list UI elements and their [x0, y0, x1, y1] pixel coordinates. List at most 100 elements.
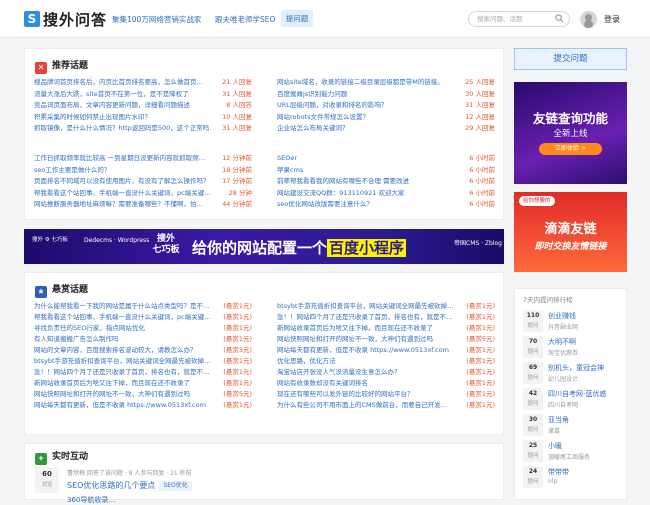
question-link[interactable]: 前辈帮我看看我的网站有哪些不合理 需要改进: [277, 176, 455, 186]
rank-user-name[interactable]: 创业赚钱: [548, 311, 576, 321]
question-link[interactable]: 网站建设交流QQ群：913110921 欢迎大家: [277, 188, 455, 198]
rank-item[interactable]: 70 提问 大明不啊 淘宝优惠券: [523, 336, 623, 362]
list-item[interactable]: SEOer 6 小时前: [277, 153, 495, 163]
question-link[interactable]: 网站site域名，收录的链接二级目录层级都是带M的链接。: [277, 77, 455, 87]
list-item[interactable]: 流量大涨后大跌，site首页不在第一位，是不是降权了 31 人回复: [34, 89, 252, 99]
question-link[interactable]: 苹果cms: [277, 165, 455, 175]
list-item[interactable]: 为什么有些公司不用市面上的CMS做前台，而要自己开发… (悬赏1元): [277, 400, 495, 410]
list-item[interactable]: 苹果cms 6 小时前: [277, 165, 495, 175]
list-item[interactable]: 积累采集的时候如何禁止出现图片水印？ 10 人回复: [34, 112, 252, 122]
list-item[interactable]: 竞品词页面布局，文章内容更新问题，详细看问题描述 8 人回答: [34, 100, 252, 110]
question-link[interactable]: 网站的文章内容，百度搜索排名波动较大，请教怎么办？: [34, 345, 219, 355]
question-link[interactable]: 竞品词页面布局，文章内容更新问题，详细看问题描述: [34, 100, 212, 110]
list-item[interactable]: 帮我看看这个站回事，手机端一直没什么关键词，pc端关键… 28 分钟: [34, 188, 252, 198]
list-item[interactable]: 帮我看看这个站回事，手机端一直没什么关键词，pc端关键… (悬赏1元): [34, 312, 252, 322]
question-link[interactable]: 急！！网站四个月了还是只收录了首页，排名也有，就是不…: [277, 312, 462, 322]
question-link[interactable]: seo工作主要是做什么的？: [34, 165, 212, 175]
question-link[interactable]: 为什么能帮我看一下我的网站是属于什么站点类型吗？是不…: [34, 301, 219, 311]
question-link[interactable]: 网站快照网址和打开的网址不一致，大神们有遇到过吗: [34, 389, 219, 399]
list-item[interactable]: 页面排名不同域可以没有使用图片，有没有了解怎么操作吗？ 17 分钟前: [34, 176, 252, 186]
list-item[interactable]: 有人知道搬搬广告怎么制作吗 (悬赏1元): [34, 334, 252, 344]
list-item[interactable]: 网站快照网址和打开的网址不一致，大神们有遇到过吗 (悬赏5元): [34, 389, 252, 399]
live-tag[interactable]: SEO优化: [159, 481, 192, 491]
question-link[interactable]: URL层级问题，对收录和排名的影响？: [277, 100, 455, 110]
list-item[interactable]: 淘宝站店开张没人气没流量没生意怎么办？ (悬赏1元): [277, 367, 495, 377]
rank-user-name[interactable]: 大明不啊: [548, 337, 576, 347]
question-link[interactable]: seo优化网站改版需要注意什么？: [277, 199, 455, 209]
question-link[interactable]: 工作日抓取频率就比较高 一到星期日没更新内容就抓取频…: [34, 153, 212, 163]
rank-user-name[interactable]: 小暖: [548, 441, 562, 451]
rank-item[interactable]: 69 提问 别机头，童冠会神 幼儿园设计: [523, 362, 623, 388]
question-link[interactable]: 淘宝站店开张没人气没流量没生意怎么办？: [277, 367, 462, 377]
list-item[interactable]: 网站推断服务器地址麻烦嘛？需要准备哪些？不懂啊，怕… 44 分钟前: [34, 199, 252, 209]
question-link[interactable]: 搜品牌词首页排名后，内页比首页排名要高，怎么做首页…: [34, 77, 212, 87]
search-input[interactable]: 搜索问题、话题: [468, 11, 570, 27]
question-link[interactable]: 页面排名不同域可以没有使用图片，有没有了解怎么操作吗？: [34, 176, 212, 186]
list-item[interactable]: 搜品牌词首页排名后，内页比首页排名要高，怎么做首页… 21 人回复: [34, 77, 252, 87]
list-item[interactable]: 网站每天都有更新，但是不收录 https://www.0513xf.com (悬赏…: [277, 345, 495, 355]
rank-user-name[interactable]: 别机头，童冠会神: [548, 363, 604, 373]
submit-question-button[interactable]: 提交问题: [514, 48, 627, 70]
list-item[interactable]: seo优化网站改版需要注意什么？ 6 小时前: [277, 199, 495, 209]
list-item[interactable]: btsybt手游充值折扣查询平台，网站关键词全网最先被砍掉… (悬赏1元): [34, 356, 252, 366]
nav-follow-link[interactable]: 跟夫唯老师学SEO: [215, 14, 275, 25]
ad1-button[interactable]: 立即体验 >: [539, 143, 602, 155]
list-item[interactable]: 新网站收录首页后为啥又往下掉，而且现在还不收录了 (悬赏1元): [34, 378, 252, 388]
question-link[interactable]: 帮我看看这个站回事，手机端一直没什么关键词，pc端关键…: [34, 312, 219, 322]
list-item[interactable]: 网站site域名，收录的链接二级目录层级都是带M的链接。 25 人回复: [277, 77, 495, 87]
question-link[interactable]: btsybt手游充值折扣查询平台，网站关键词全网最先被砍掉…: [34, 356, 219, 366]
rank-item[interactable]: 25 提问 小暖 頂暖尾工商服务: [523, 440, 623, 466]
list-item[interactable]: 网站的文章内容，百度搜索排名波动较大，请教怎么办？ (悬赏3元): [34, 345, 252, 355]
question-link[interactable]: 有人知道搬搬广告怎么制作吗: [34, 334, 219, 344]
question-link[interactable]: 企业站怎么布局关键词？: [277, 123, 455, 133]
rank-user-name[interactable]: 亚当角: [548, 415, 569, 425]
question-link[interactable]: SEOer: [277, 153, 455, 163]
list-item[interactable]: 抓取镜像，是什么什么情况？http返回码是500，这个正常吗… 31 人回复: [34, 123, 252, 133]
list-item[interactable]: 工作日抓取频率就比较高 一到星期日没更新内容就抓取频… 12 分钟前: [34, 153, 252, 163]
question-link[interactable]: 网站每天都有更新，但是不收录 https://www.0513xf.com: [34, 400, 219, 410]
question-link[interactable]: 流量大涨后大跌，site首页不在第一位，是不是降权了: [34, 89, 212, 99]
question-link[interactable]: 抓取镜像，是什么什么情况？http返回码是500，这个正常吗…: [34, 123, 212, 133]
list-item[interactable]: 寻找负责任的SEO行家，指点网站优化 (悬赏1元): [34, 323, 252, 333]
rank-user-name[interactable]: 四川自考网-蓝优惑: [548, 389, 607, 399]
question-link[interactable]: 网站每天都有更新，但是不收录 https://www.0513xf.com: [277, 345, 462, 355]
list-item[interactable]: 网站robots文件常规怎么设置？ 12 人回复: [277, 112, 495, 122]
logo-icon[interactable]: S: [24, 11, 40, 27]
live-question-2[interactable]: 360导航收录…: [67, 495, 115, 505]
rank-item[interactable]: 24 提问 带带带 nlp: [523, 466, 623, 492]
live-question-text[interactable]: SEO优化思路的几个要点: [67, 481, 155, 490]
question-link[interactable]: 为什么有些公司不用市面上的CMS做前台，而要自己开发…: [277, 400, 462, 410]
question-link[interactable]: 现在还有哪些可以发外链的比较好的网站平台？: [277, 389, 462, 399]
question-link[interactable]: 网站有收录数却没有关键词排名: [277, 378, 462, 388]
avatar[interactable]: [580, 11, 597, 28]
list-item[interactable]: 为什么能帮我看一下我的网站是属于什么站点类型吗？是不… (悬赏1元): [34, 301, 252, 311]
question-link[interactable]: btsybt手游充值折扣查询平台，网站关键词全网最先被砍掉…: [277, 301, 462, 311]
ad-link-checker[interactable]: 友链查询功能 全新上线 立即体验 >: [514, 82, 627, 184]
list-item[interactable]: seo工作主要是做什么的？ 18 分钟前: [34, 165, 252, 175]
list-item[interactable]: btsybt手游充值折扣查询平台，网站关键词全网最先被砍掉… (悬赏1元): [277, 301, 495, 311]
question-link[interactable]: 急！！网站四个月了还是只收录了首页，排名也有，就是不…: [34, 367, 219, 377]
ad-didi-links[interactable]: 给你想要的 滴滴友链 即时交换友情链接: [514, 192, 627, 272]
list-item[interactable]: URL层级问题，对收录和排名的影响？ 31 人回复: [277, 100, 495, 110]
list-item[interactable]: 网站有收录数却没有关键词排名 (悬赏1元): [277, 378, 495, 388]
live-question[interactable]: SEO优化思路的几个要点 SEO优化: [67, 480, 192, 491]
question-link[interactable]: 新网站收录首页后为啥又往下掉，而且现在还不收录了: [277, 323, 462, 333]
rank-user-name[interactable]: 带带带: [548, 467, 569, 477]
question-link[interactable]: 优化思路，优化方法: [277, 356, 462, 366]
question-link[interactable]: 帮我看看这个站回事，手机端一直没什么关键词，pc端关键…: [34, 188, 212, 198]
search-icon[interactable]: [555, 14, 564, 23]
list-item[interactable]: 急！！网站四个月了还是只收录了首页，排名也有，就是不… (悬赏1元): [277, 312, 495, 322]
question-link[interactable]: 寻找负责任的SEO行家，指点网站优化: [34, 323, 219, 333]
question-link[interactable]: 网站robots文件常规怎么设置？: [277, 112, 455, 122]
list-item[interactable]: 企业站怎么布局关键词？ 29 人回复: [277, 123, 495, 133]
list-item[interactable]: 前辈帮我看看我的网站有哪些不合理 需要改进 6 小时前: [277, 176, 495, 186]
list-item[interactable]: 急！！网站四个月了还是只收录了首页，排名也有，就是不… (悬赏1元): [34, 367, 252, 377]
list-item[interactable]: 百度蜘蛛js识别能力问题 30 人回复: [277, 89, 495, 99]
logo-text[interactable]: 搜外问答: [43, 9, 107, 30]
promo-banner[interactable]: 搜外 ⚙ 七巧板 Dedecms · Wordpress 搜外 七巧板 给你的网…: [24, 229, 504, 264]
list-item[interactable]: 优化思路，优化方法 (悬赏1元): [277, 356, 495, 366]
list-item[interactable]: 网站每天都有更新，但是不收录 https://www.0513xf.com (悬赏…: [34, 400, 252, 410]
question-link[interactable]: 网站快照网址和打开的网址不一致，大神们有遇到过吗: [277, 334, 462, 344]
question-link[interactable]: 百度蜘蛛js识别能力问题: [277, 89, 455, 99]
question-link[interactable]: 积累采集的时候如何禁止出现图片水印？: [34, 112, 212, 122]
